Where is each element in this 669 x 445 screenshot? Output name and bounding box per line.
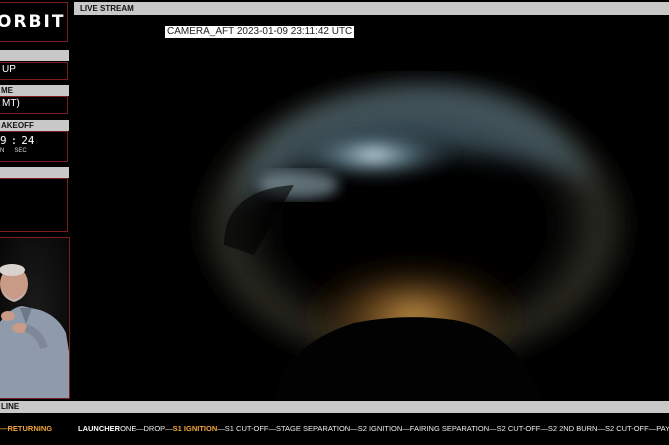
live-stream-video[interactable]: CAMERA_AFT 2023-01-09 23:11:42 UTC bbox=[74, 15, 669, 400]
camera-feed-image bbox=[74, 15, 669, 400]
clock-label-min: N bbox=[0, 148, 5, 154]
panel-box-2: MT) bbox=[0, 96, 68, 114]
timeline-events: —DROP—S1 IGNITION—S1 CUT-OFF—STAGE SEPAR… bbox=[136, 423, 669, 434]
launcherone-brand: LAUNCHERONE bbox=[78, 423, 136, 434]
clock-minutes: 9 bbox=[0, 134, 7, 147]
active-event-s1-ignition: S1 IGNITION bbox=[172, 424, 218, 433]
panel-header-1 bbox=[0, 50, 69, 61]
info-sidebar: ORBIT UP ME MT) AKEOFF 9 : 24 N SEC bbox=[0, 0, 71, 400]
panel-header-4 bbox=[0, 167, 69, 178]
events-after: —S1 CUT-OFF—STAGE SEPARATION—S2 IGNITION… bbox=[217, 424, 669, 433]
takeoff-clock-box: 9 : 24 N SEC bbox=[0, 131, 68, 162]
clock-labels: N SEC bbox=[0, 147, 67, 155]
interpreter-image bbox=[0, 238, 69, 398]
clock-label-sec: SEC bbox=[14, 148, 27, 154]
takeoff-clock: 9 : 24 bbox=[0, 134, 67, 147]
panel-box-1: UP bbox=[0, 62, 68, 80]
panel-box-4 bbox=[0, 178, 68, 232]
clock-seconds: 24 bbox=[21, 134, 35, 147]
timeline-header: LINE bbox=[0, 401, 669, 413]
returning-status: —RETURNING bbox=[0, 424, 53, 433]
panel-header-takeoff: AKEOFF bbox=[0, 120, 69, 131]
sign-language-interpreter-video bbox=[0, 237, 70, 399]
time-value: MT) bbox=[2, 98, 20, 109]
panel-header-2: ME bbox=[0, 85, 69, 96]
orbit-logo: ORBIT bbox=[0, 12, 66, 32]
live-stream-header: LIVE STREAM bbox=[74, 2, 669, 15]
mission-timeline: —RETURNING LAUNCHERONE —DROP—S1 IGNITION… bbox=[0, 413, 669, 445]
brand-bold: LAUNCHER bbox=[78, 424, 121, 433]
clock-separator: : bbox=[10, 134, 18, 147]
logo-box: ORBIT bbox=[0, 2, 68, 42]
brand-rest: ONE bbox=[120, 424, 137, 433]
events-before: —DROP— bbox=[136, 424, 173, 433]
mission-status-value: UP bbox=[2, 64, 16, 75]
camera-timestamp-overlay: CAMERA_AFT 2023-01-09 23:11:42 UTC bbox=[165, 26, 355, 38]
